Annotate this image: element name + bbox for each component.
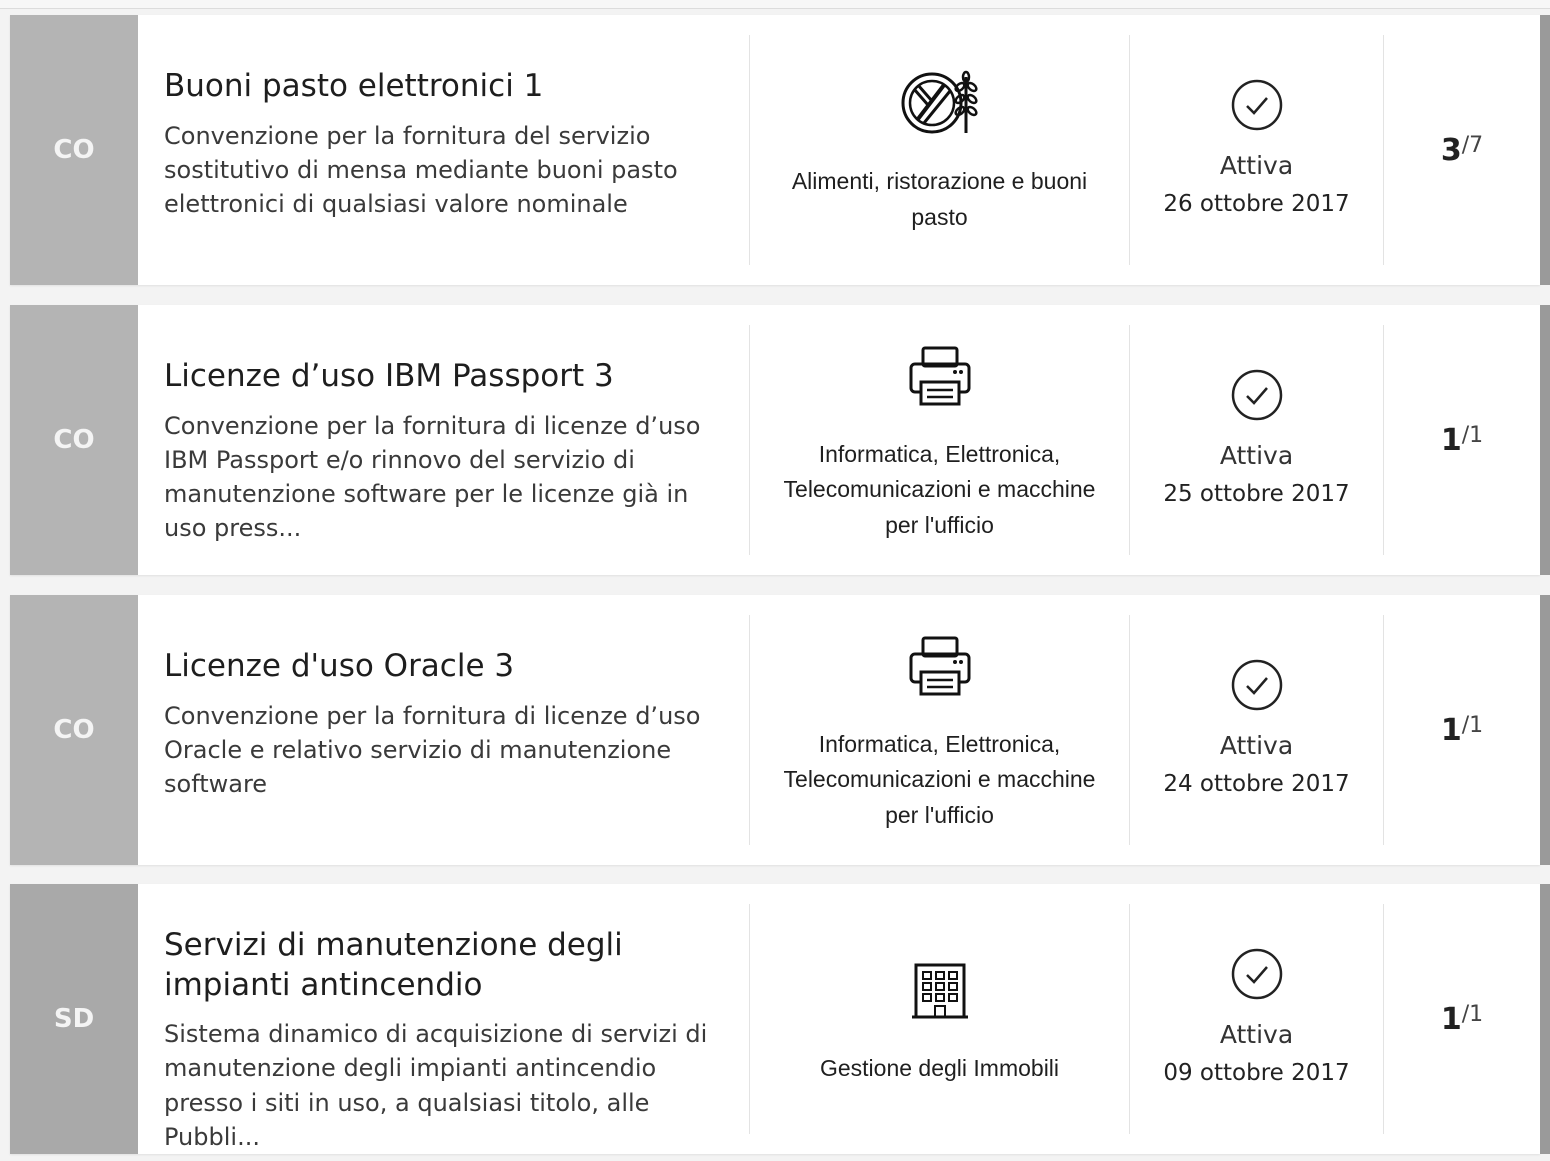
lot-current: 3 xyxy=(1440,133,1462,168)
lot-total: 1 xyxy=(1469,713,1484,738)
status-date: 09 ottobre 2017 xyxy=(1163,1059,1350,1086)
item-title[interactable]: Licenze d'uso Oracle 3 xyxy=(164,647,731,687)
lot-count: 1/1 xyxy=(1384,595,1540,865)
lot-current: 1 xyxy=(1440,713,1462,748)
printer-icon xyxy=(900,627,980,707)
status-date: 26 ottobre 2017 xyxy=(1163,190,1350,217)
lot-current: 1 xyxy=(1440,423,1462,458)
item-title[interactable]: Licenze d’uso IBM Passport 3 xyxy=(164,357,731,397)
item-category: Gestione degli Immobili xyxy=(750,904,1130,1134)
category-label: Gestione degli Immobili xyxy=(819,1055,1060,1082)
lot-current: 1 xyxy=(1440,1002,1462,1037)
item-category: Informatica, Elettronica, Telecomunicazi… xyxy=(750,615,1130,845)
check-circle-icon xyxy=(1231,79,1282,130)
lot-count: 1/1 xyxy=(1384,305,1540,575)
item-category: Alimenti, ristorazione e buoni pasto xyxy=(750,35,1130,265)
lot-total: 1 xyxy=(1469,423,1484,448)
list-item[interactable]: SD Servizi di manutenzione degli impiant… xyxy=(10,884,1550,1154)
item-status: Attiva 25 ottobre 2017 xyxy=(1130,325,1384,555)
item-title[interactable]: Servizi di manutenzione degli impianti a… xyxy=(164,926,731,1005)
status-text: Attiva xyxy=(1219,730,1294,760)
type-badge: SD xyxy=(10,884,138,1154)
lot-total: 7 xyxy=(1469,133,1484,158)
item-main: Licenze d’uso IBM Passport 3 Convenzione… xyxy=(138,325,750,555)
list-item[interactable]: CO Licenze d’uso IBM Passport 3 Convenzi… xyxy=(10,305,1550,575)
status-date: 24 ottobre 2017 xyxy=(1163,770,1350,797)
item-description: Convenzione per la fornitura di licenze … xyxy=(164,411,701,542)
lot-separator: / xyxy=(1461,713,1470,738)
lot-separator: / xyxy=(1461,133,1470,158)
lot-total: 1 xyxy=(1469,1002,1484,1027)
item-main: Buoni pasto elettronici 1 Convenzione pe… xyxy=(138,35,750,265)
check-circle-icon xyxy=(1231,659,1282,710)
list-item[interactable]: CO Buoni pasto elettronici 1 Convenzione… xyxy=(10,15,1550,285)
item-main: Licenze d'uso Oracle 3 Convenzione per l… xyxy=(138,615,750,845)
status-text: Attiva xyxy=(1219,150,1294,180)
check-circle-icon xyxy=(1231,369,1282,420)
item-title[interactable]: Buoni pasto elettronici 1 xyxy=(164,67,731,107)
food-wheat-icon xyxy=(900,64,980,144)
status-text: Attiva xyxy=(1219,440,1294,470)
item-status: Attiva 26 ottobre 2017 xyxy=(1130,35,1384,265)
category-label: Informatica, Elettronica, Telecomunicazi… xyxy=(783,440,1096,538)
type-badge: CO xyxy=(10,15,138,285)
status-date: 25 ottobre 2017 xyxy=(1163,480,1350,507)
item-main: Servizi di manutenzione degli impianti a… xyxy=(138,904,750,1151)
category-label: Alimenti, ristorazione e buoni pasto xyxy=(791,168,1088,230)
type-badge: CO xyxy=(10,305,138,575)
category-label: Informatica, Elettronica, Telecomunicazi… xyxy=(783,730,1096,828)
item-description: Convenzione per la fornitura del servizi… xyxy=(164,121,678,218)
lot-separator: / xyxy=(1461,1002,1470,1027)
item-category: Informatica, Elettronica, Telecomunicazi… xyxy=(750,325,1130,555)
status-text: Attiva xyxy=(1219,1019,1294,1049)
lot-count: 1/1 xyxy=(1384,884,1540,1154)
type-badge: CO xyxy=(10,595,138,865)
item-status: Attiva 09 ottobre 2017 xyxy=(1130,904,1384,1134)
top-divider xyxy=(0,0,1550,9)
item-status: Attiva 24 ottobre 2017 xyxy=(1130,615,1384,845)
lot-separator: / xyxy=(1461,423,1470,448)
list-item[interactable]: CO Licenze d'uso Oracle 3 Convenzione pe… xyxy=(10,595,1550,865)
building-icon xyxy=(900,951,980,1031)
results-list-page: CO Buoni pasto elettronici 1 Convenzione… xyxy=(0,0,1550,1161)
lot-count: 3/7 xyxy=(1384,15,1540,285)
item-description: Convenzione per la fornitura di licenze … xyxy=(164,701,701,798)
item-description: Sistema dinamico di acquisizione di serv… xyxy=(164,1020,708,1151)
check-circle-icon xyxy=(1231,948,1282,999)
printer-icon xyxy=(900,337,980,417)
